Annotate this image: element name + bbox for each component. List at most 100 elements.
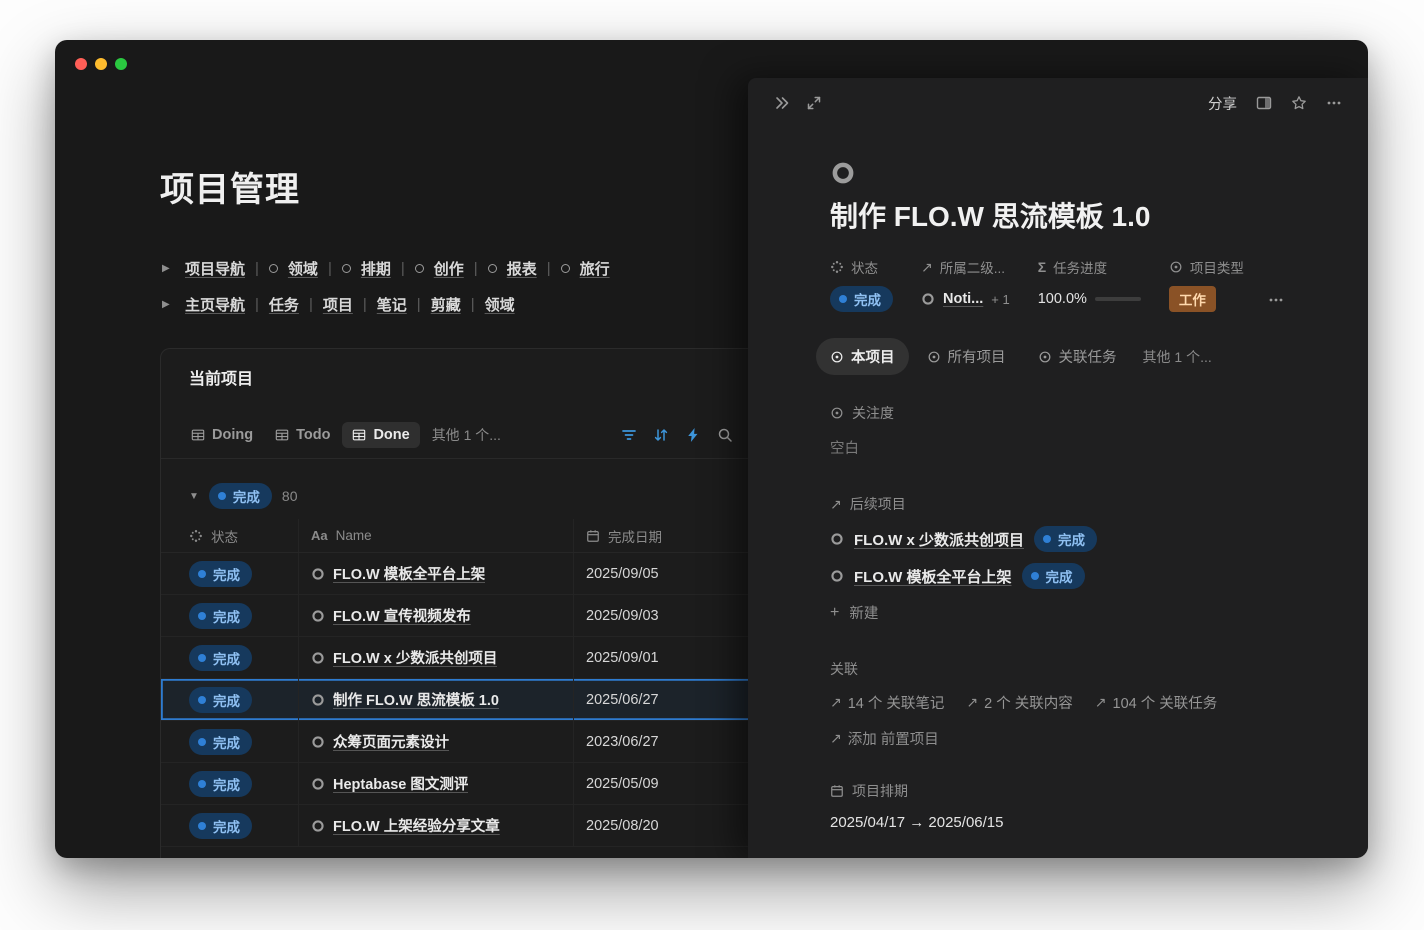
nav-link[interactable]: 排期 bbox=[361, 258, 391, 279]
more-options-icon[interactable] bbox=[1326, 95, 1342, 111]
lightning-icon[interactable] bbox=[685, 427, 701, 443]
target-icon bbox=[830, 406, 844, 420]
nav-link[interactable]: 领域 bbox=[288, 258, 318, 279]
next-project-link[interactable]: FLO.W 模板全平台上架 bbox=[854, 566, 1012, 587]
status-cell[interactable]: 完成 bbox=[161, 553, 298, 594]
target-icon bbox=[927, 350, 941, 364]
zoom-window-button[interactable] bbox=[115, 58, 127, 70]
status-cell[interactable]: 完成 bbox=[161, 679, 298, 720]
tab-all-projects[interactable]: 所有项目 bbox=[913, 338, 1020, 375]
nav-link[interactable]: 报表 bbox=[507, 258, 537, 279]
status-badge: 完成 bbox=[189, 813, 252, 839]
relation-arrow-icon: ↗ bbox=[966, 694, 978, 711]
divider: | bbox=[255, 296, 259, 313]
property-label-attention[interactable]: 关注度 bbox=[830, 403, 1280, 423]
name-cell[interactable]: FLO.W x 少数派共创项目 bbox=[298, 637, 573, 678]
related-tasks-link[interactable]: ↗104 个 关联任务 bbox=[1095, 692, 1217, 713]
view-tab-todo[interactable]: Todo bbox=[265, 422, 340, 448]
relation-arrow-icon: ↗ bbox=[1095, 694, 1107, 711]
nav-link[interactable]: 任务 bbox=[269, 294, 299, 315]
divider: | bbox=[547, 260, 551, 277]
property-label-progress[interactable]: Σ 任务进度 bbox=[1038, 258, 1141, 276]
side-peek-icon[interactable] bbox=[1256, 95, 1272, 111]
nav-link[interactable]: 笔记 bbox=[377, 294, 407, 315]
nav-link[interactable]: 剪藏 bbox=[431, 294, 461, 315]
name-cell[interactable]: Heptabase 图文测评 bbox=[298, 763, 573, 804]
nav-link[interactable]: 旅行 bbox=[580, 258, 610, 279]
name-cell[interactable]: FLO.W 上架经验分享文章 bbox=[298, 805, 573, 846]
minimize-window-button[interactable] bbox=[95, 58, 107, 70]
schedule-date-range[interactable]: 2025/04/17 → 2025/06/15 bbox=[830, 814, 1280, 831]
collapse-toggle-icon[interactable]: ▶ bbox=[162, 263, 175, 274]
table-view-icon bbox=[352, 428, 366, 442]
view-tabs-more[interactable]: 其他 1 个... bbox=[422, 425, 511, 445]
status-dot-icon bbox=[198, 570, 206, 578]
related-content-link[interactable]: ↗2 个 关联内容 bbox=[966, 692, 1072, 713]
sort-icon[interactable] bbox=[653, 427, 669, 443]
nav-link[interactable]: 创作 bbox=[434, 258, 464, 279]
status-dot-icon bbox=[198, 654, 206, 662]
property-label-type[interactable]: 项目类型 bbox=[1169, 258, 1244, 276]
status-cell[interactable]: 完成 bbox=[161, 721, 298, 762]
peek-content: 制作 FLO.W 思流模板 1.0 状态 完成 ↗ bbox=[748, 160, 1368, 831]
status-dot-icon bbox=[218, 492, 226, 500]
search-icon[interactable] bbox=[717, 427, 733, 443]
target-icon bbox=[830, 350, 844, 364]
peek-tabs-more[interactable]: 其他 1 个... bbox=[1143, 347, 1212, 367]
nav-link[interactable]: 项目 bbox=[323, 294, 353, 315]
parent-page-link[interactable]: Noti... bbox=[943, 291, 983, 307]
nav-link-project-nav[interactable]: 项目导航 bbox=[185, 258, 245, 279]
group-collapse-icon[interactable]: ▼ bbox=[189, 491, 199, 502]
column-header-status[interactable]: 状态 bbox=[161, 519, 298, 552]
name-cell[interactable]: FLO.W 宣传视频发布 bbox=[298, 595, 573, 636]
share-button[interactable]: 分享 bbox=[1208, 93, 1237, 114]
favorite-star-icon[interactable] bbox=[1291, 95, 1307, 111]
page-title[interactable]: 制作 FLO.W 思流模板 1.0 bbox=[830, 198, 1280, 236]
status-dot-icon bbox=[198, 696, 206, 704]
status-cell[interactable]: 完成 bbox=[161, 595, 298, 636]
name-cell[interactable]: 制作 FLO.W 思流模板 1.0 bbox=[298, 679, 573, 720]
tab-related-tasks[interactable]: 关联任务 bbox=[1024, 338, 1131, 375]
next-project-link[interactable]: FLO.W x 少数派共创项目 bbox=[854, 529, 1024, 550]
property-value-status[interactable]: 完成 bbox=[830, 286, 893, 312]
status-cell[interactable]: 完成 bbox=[161, 805, 298, 846]
close-peek-icon[interactable] bbox=[774, 95, 790, 111]
name-cell[interactable]: 众筹页面元素设计 bbox=[298, 721, 573, 762]
page-ring-icon bbox=[921, 292, 935, 306]
status-cell[interactable]: 完成 bbox=[161, 763, 298, 804]
page-ring-icon bbox=[830, 532, 844, 546]
view-tab-doing[interactable]: Doing bbox=[181, 422, 263, 448]
divider: | bbox=[471, 296, 475, 313]
page-ring-icon bbox=[561, 264, 570, 273]
nav-link[interactable]: 领域 bbox=[485, 294, 515, 315]
expand-page-icon[interactable] bbox=[806, 95, 822, 111]
page-icon[interactable] bbox=[830, 160, 856, 186]
property-value-progress[interactable]: 100.0% bbox=[1038, 286, 1141, 312]
progress-percent: 100.0% bbox=[1038, 291, 1087, 307]
property-label-parent[interactable]: ↗ 所属二级... bbox=[921, 258, 1010, 276]
status-cell[interactable]: 完成 bbox=[161, 637, 298, 678]
property-label-status[interactable]: 状态 bbox=[830, 258, 893, 276]
column-header-name[interactable]: Aa Name bbox=[298, 519, 573, 552]
attention-empty-value[interactable]: 空白 bbox=[830, 437, 1280, 458]
property-label-schedule[interactable]: 项目排期 bbox=[830, 781, 1280, 801]
add-predecessor-button[interactable]: ↗ 添加 前置项目 bbox=[830, 728, 1280, 749]
filter-icon[interactable] bbox=[621, 427, 637, 443]
name-cell[interactable]: FLO.W 模板全平台上架 bbox=[298, 553, 573, 594]
property-label-next[interactable]: ↗ 后续项目 bbox=[830, 494, 1280, 514]
close-window-button[interactable] bbox=[75, 58, 87, 70]
property-status: 状态 完成 bbox=[830, 258, 893, 312]
collapse-toggle-icon[interactable]: ▶ bbox=[162, 299, 175, 310]
type-badge: 工作 bbox=[1169, 286, 1216, 312]
page-ring-icon bbox=[311, 735, 325, 749]
view-tab-done[interactable]: Done bbox=[342, 422, 419, 448]
status-dot-icon bbox=[1043, 535, 1051, 543]
property-value-parent[interactable]: Noti... + 1 bbox=[921, 286, 1010, 312]
nav-link-home-nav[interactable]: 主页导航 bbox=[185, 294, 245, 315]
tab-this-project[interactable]: 本项目 bbox=[816, 338, 909, 375]
new-item-button[interactable]: + 新建 bbox=[830, 602, 1280, 623]
page-ring-icon bbox=[488, 264, 497, 273]
related-notes-link[interactable]: ↗14 个 关联笔记 bbox=[830, 692, 944, 713]
property-value-type[interactable]: 工作 bbox=[1169, 286, 1244, 312]
more-properties-icon[interactable] bbox=[1268, 292, 1284, 308]
